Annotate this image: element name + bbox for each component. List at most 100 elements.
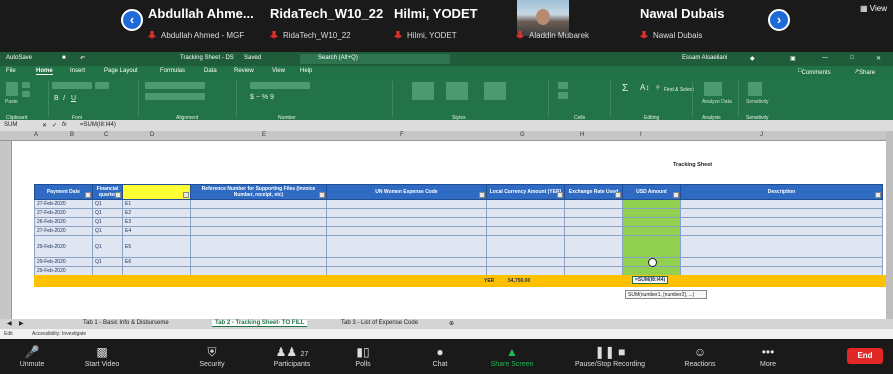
- find-select-label[interactable]: Find & Select: [664, 87, 694, 93]
- header-description[interactable]: Description: [680, 184, 883, 200]
- cell[interactable]: E5: [122, 235, 191, 258]
- filter-dropdown-icon[interactable]: [875, 192, 881, 198]
- column-header[interactable]: I: [640, 132, 642, 138]
- cell[interactable]: [326, 226, 487, 236]
- cell[interactable]: 29-Feb-2020: [34, 257, 93, 267]
- italic-icon[interactable]: I: [63, 95, 65, 102]
- filter-dropdown-icon[interactable]: [615, 192, 621, 198]
- sheet-tab[interactable]: Tab 1 - Basic Info & Disburseme: [80, 320, 172, 326]
- cell-styles-icon[interactable]: [484, 82, 506, 100]
- cell[interactable]: [564, 226, 623, 236]
- cell[interactable]: [190, 208, 327, 218]
- cell[interactable]: [326, 235, 487, 258]
- cell[interactable]: [190, 257, 327, 267]
- column-header[interactable]: E: [262, 132, 266, 138]
- delete-cells-icon[interactable]: [558, 92, 568, 99]
- filter-dropdown-icon[interactable]: [479, 192, 485, 198]
- tab-view[interactable]: View: [272, 68, 285, 74]
- cell[interactable]: [190, 235, 327, 258]
- copy-icon[interactable]: [22, 91, 30, 97]
- font-name-box[interactable]: [52, 82, 92, 89]
- cell[interactable]: [486, 257, 565, 267]
- filter-dropdown-icon[interactable]: [115, 192, 121, 198]
- end-meeting-button[interactable]: End: [847, 348, 883, 364]
- column-header[interactable]: B: [70, 132, 74, 138]
- share-button[interactable]: ↗ Share: [854, 68, 875, 76]
- header-financial-quarter[interactable]: Financial quarter: [92, 184, 123, 200]
- number-format-box[interactable]: [250, 82, 310, 89]
- sheet-tab-active[interactable]: Tab 2 - Tracking Sheet- TO FILL: [212, 320, 308, 327]
- cell[interactable]: [326, 208, 487, 218]
- header-expense-number[interactable]: [122, 184, 191, 200]
- header-reference-number[interactable]: Reference Number for Supporting Files (I…: [190, 184, 327, 200]
- cell[interactable]: [622, 217, 681, 227]
- restore-icon[interactable]: □: [850, 55, 854, 61]
- cell[interactable]: [486, 226, 565, 236]
- cell[interactable]: [622, 199, 681, 209]
- currency-icon[interactable]: $ − % 9: [250, 94, 274, 101]
- autosave-toggle[interactable]: AutoSave: [6, 55, 32, 61]
- cell[interactable]: [564, 208, 623, 218]
- filter-dropdown-icon[interactable]: [319, 192, 325, 198]
- ribbon-display-icon[interactable]: ▣: [790, 55, 796, 62]
- cell[interactable]: [326, 217, 487, 227]
- next-sheet-icon[interactable]: ▶: [16, 320, 27, 327]
- active-cell-formula[interactable]: =SUM(I8:I44): [632, 276, 669, 284]
- cell[interactable]: [326, 257, 487, 267]
- help-icon[interactable]: ◆: [750, 55, 755, 62]
- cell[interactable]: [486, 199, 565, 209]
- conditional-formatting-icon[interactable]: [412, 82, 434, 100]
- cell[interactable]: 27-Feb-2020: [34, 208, 93, 218]
- cell[interactable]: [486, 208, 565, 218]
- more-button[interactable]: ••• More: [738, 339, 798, 374]
- cell[interactable]: [622, 208, 681, 218]
- header-local-amount[interactable]: Local Currency Amount (YER): [486, 184, 565, 200]
- sort-filter-icon[interactable]: A↕: [640, 83, 649, 92]
- column-header[interactable]: H: [580, 132, 584, 138]
- tab-data[interactable]: Data: [204, 68, 217, 74]
- tab-page-layout[interactable]: Page Layout: [104, 68, 138, 74]
- minimize-icon[interactable]: —: [822, 55, 828, 61]
- cell[interactable]: E1: [122, 199, 191, 209]
- filter-dropdown-icon[interactable]: [183, 192, 189, 198]
- cell[interactable]: [564, 235, 623, 258]
- tab-insert[interactable]: Insert: [70, 68, 85, 74]
- accessibility-status[interactable]: Accessibility: Investigate: [32, 331, 86, 337]
- participant-tile[interactable]: Nawal Dubais Nawal Dubais: [640, 0, 750, 52]
- paste-icon[interactable]: [6, 82, 18, 96]
- cell[interactable]: Q1: [92, 208, 123, 218]
- cell[interactable]: [680, 235, 883, 258]
- cell[interactable]: 27-Feb-2020: [34, 199, 93, 209]
- header-payment-date[interactable]: Payment Date: [34, 184, 93, 200]
- cell[interactable]: E3: [122, 217, 191, 227]
- cell[interactable]: [486, 235, 565, 258]
- cell[interactable]: Q1: [92, 257, 123, 267]
- cell[interactable]: 29-Feb-2020: [34, 235, 93, 258]
- save-icon[interactable]: ■: [62, 55, 66, 61]
- cell[interactable]: E4: [122, 226, 191, 236]
- column-header[interactable]: J: [760, 132, 763, 138]
- cell[interactable]: [190, 199, 327, 209]
- name-box[interactable]: SUM: [4, 122, 17, 128]
- font-size-box[interactable]: [95, 82, 109, 89]
- cell[interactable]: 27-Feb-2020: [34, 226, 93, 236]
- cell[interactable]: [486, 217, 565, 227]
- cell[interactable]: [622, 235, 681, 258]
- sensitivity-icon[interactable]: [748, 82, 762, 96]
- cell[interactable]: [680, 257, 883, 267]
- close-icon[interactable]: ✕: [876, 55, 881, 62]
- cell[interactable]: Q1: [92, 235, 123, 258]
- comments-button[interactable]: □ Comments: [798, 68, 831, 76]
- column-header[interactable]: D: [150, 132, 154, 138]
- analyze-data-icon[interactable]: [704, 82, 722, 96]
- cell[interactable]: [680, 208, 883, 218]
- gallery-next-button[interactable]: ›: [768, 9, 790, 31]
- column-header[interactable]: A: [34, 132, 38, 138]
- enter-icon[interactable]: ✓: [52, 122, 57, 129]
- column-header[interactable]: C: [104, 132, 108, 138]
- participant-tile[interactable]: Abdullah Ahme... Abdullah Ahmed - MGF: [148, 0, 258, 52]
- header-exchange-rate[interactable]: Exchange Rate Used: [564, 184, 623, 200]
- cell[interactable]: [326, 199, 487, 209]
- format-as-table-icon[interactable]: [446, 82, 468, 100]
- filter-dropdown-icon[interactable]: [85, 192, 91, 198]
